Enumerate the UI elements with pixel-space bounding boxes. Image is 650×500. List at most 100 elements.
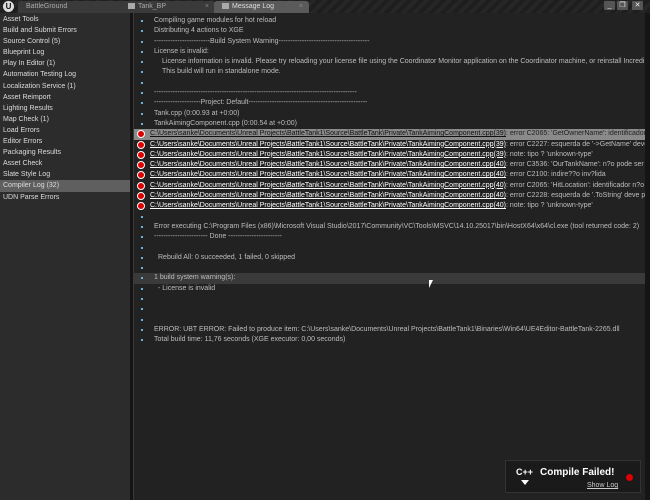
bullet-icon [141, 122, 143, 125]
log-line[interactable]: C:\Users\sanke\Documents\Unreal Projects… [134, 140, 645, 150]
source-file-link[interactable]: C:\Users\sanke\Documents\Unreal Projects… [150, 171, 506, 178]
sidebar-item[interactable]: Source Control (5) [0, 36, 130, 47]
bullet-icon [141, 81, 143, 84]
sidebar-item[interactable]: Slate Style Log [0, 169, 130, 180]
log-icon [222, 3, 229, 9]
log-line[interactable]: --------------------Project: Default----… [134, 98, 645, 108]
bullet-icon [141, 277, 143, 280]
log-text: : error C2065: 'HitLocation': identifica… [506, 181, 645, 189]
log-line[interactable]: License is invalid: [134, 47, 645, 57]
sidebar-item[interactable]: Lighting Results [0, 103, 130, 114]
log-line[interactable]: Tank.cpp (0:00.93 at +0:00) [134, 109, 645, 119]
sidebar-item[interactable]: Asset Tools [0, 14, 130, 25]
log-line[interactable] [134, 212, 645, 222]
bullet-icon [141, 308, 143, 311]
error-icon [137, 192, 145, 201]
log-category-list: Asset Tools Build and Submit Errors Source… [0, 13, 130, 500]
bullet-icon [141, 215, 143, 218]
log-text: : note: tipo ? 'unknown-type' [506, 150, 593, 158]
tab-bar: U BattleGround Tank_BP × Message Log × _ ❐… [0, 0, 650, 13]
log-line[interactable]: C:\Users\sanke\Documents\Unreal Projects… [134, 160, 645, 170]
source-file-link[interactable]: C:\Users\sanke\Documents\Unreal Projects… [150, 130, 506, 137]
sidebar-item[interactable]: Compiler Log (32) [0, 180, 130, 192]
log-line[interactable]: C:\Users\sanke\Documents\Unreal Projects… [134, 181, 645, 191]
log-line[interactable] [134, 263, 645, 273]
sidebar-item[interactable]: Automation Testing Log [0, 69, 130, 80]
log-text: ERROR: UBT ERROR: Failed to produce item… [154, 325, 620, 333]
log-line[interactable] [134, 315, 645, 325]
tab-tank-bp[interactable]: Tank_BP × [120, 1, 215, 13]
sidebar-item[interactable]: Packaging Results [0, 147, 130, 158]
sidebar-item[interactable]: Build and Submit Errors [0, 25, 130, 36]
log-text: Distributing 4 actions to XGE [154, 27, 244, 35]
log-line[interactable]: - License is invalid [134, 284, 645, 294]
log-text: Rebuild All: 0 succeeded, 1 failed, 0 sk… [158, 253, 295, 261]
compile-failed-notification: C++ Compile Failed! Show Log [505, 460, 641, 493]
bullet-icon [141, 236, 143, 239]
minimize-button[interactable]: _ [604, 1, 615, 10]
log-line[interactable] [134, 78, 645, 88]
bullet-icon [141, 92, 143, 95]
log-line[interactable]: C:\Users\sanke\Documents\Unreal Projects… [134, 170, 645, 180]
log-line[interactable]: C:\Users\sanke\Documents\Unreal Projects… [134, 201, 645, 211]
log-line[interactable]: ----------------------------------------… [134, 88, 645, 98]
log-text: This build will run in standalone mode. [162, 68, 281, 76]
sidebar-item[interactable]: Load Errors [0, 125, 130, 136]
sidebar-item[interactable]: Localization Service (1) [0, 81, 130, 92]
log-line[interactable]: Distributing 4 actions to XGE [134, 26, 645, 36]
tab-message-log[interactable]: Message Log × [214, 1, 309, 13]
log-line[interactable]: ----------------------- Done -----------… [134, 232, 645, 242]
log-line[interactable]: Rebuild All: 0 succeeded, 1 failed, 0 sk… [134, 253, 645, 263]
log-text: --------------------Project: Default----… [154, 99, 368, 107]
source-file-link[interactable]: C:\Users\sanke\Documents\Unreal Projects… [150, 161, 506, 168]
log-line[interactable]: License information is invalid. Please t… [134, 57, 645, 67]
restore-button[interactable]: ❐ [617, 1, 628, 10]
bullet-icon [141, 328, 143, 331]
close-tab-icon[interactable]: × [205, 1, 209, 13]
log-line[interactable]: ERROR: UBT ERROR: Failed to produce item… [134, 325, 645, 335]
log-line[interactable]: Error executing C:\Program Files (x86)\M… [134, 222, 645, 232]
close-window-button[interactable]: ✕ [632, 1, 643, 10]
log-line[interactable] [134, 304, 645, 314]
error-icon [626, 474, 633, 481]
source-file-link[interactable]: C:\Users\sanke\Documents\Unreal Projects… [150, 141, 506, 148]
tab-label: BattleGround [26, 3, 68, 10]
tab-battleground[interactable]: BattleGround [18, 1, 123, 13]
show-log-link[interactable]: Show Log [587, 482, 618, 489]
log-line[interactable]: C:\Users\sanke\Documents\Unreal Projects… [134, 129, 645, 140]
source-file-link[interactable]: C:\Users\sanke\Documents\Unreal Projects… [150, 151, 506, 158]
log-line[interactable]: Compiling game modules for hot reload [134, 16, 645, 26]
sidebar-item[interactable]: Asset Check [0, 158, 130, 169]
sidebar-item[interactable]: Asset Reimport [0, 92, 130, 103]
log-line[interactable] [134, 294, 645, 304]
bullet-icon [141, 267, 143, 270]
sidebar-item[interactable]: Play In Editor (1) [0, 58, 130, 69]
log-line[interactable]: This build will run in standalone mode. [134, 67, 645, 77]
log-text: License is invalid: [154, 47, 209, 55]
log-line[interactable]: C:\Users\sanke\Documents\Unreal Projects… [134, 191, 645, 201]
source-file-link[interactable]: C:\Users\sanke\Documents\Unreal Projects… [150, 202, 506, 209]
log-line[interactable]: Total build time: 11,76 seconds (XGE exe… [134, 335, 645, 345]
log-line[interactable]: ------------------------Build System War… [134, 37, 645, 47]
blueprint-icon [128, 3, 135, 9]
error-icon [137, 130, 145, 139]
log-text: : note: tipo ? 'unknown-type' [506, 202, 593, 210]
sidebar-item[interactable]: Blueprint Log [0, 47, 130, 58]
source-file-link[interactable]: C:\Users\sanke\Documents\Unreal Projects… [150, 192, 506, 199]
bullet-icon [141, 298, 143, 301]
log-line[interactable]: TankAimingComponent.cpp (0:00.54 at +0:0… [134, 119, 645, 129]
log-line[interactable] [134, 243, 645, 253]
sidebar-item[interactable]: Editor Errors [0, 136, 130, 147]
log-text: Error executing C:\Program Files (x86)\M… [154, 222, 640, 230]
log-line[interactable]: C:\Users\sanke\Documents\Unreal Projects… [134, 150, 645, 160]
source-file-link[interactable]: C:\Users\sanke\Documents\Unreal Projects… [150, 182, 506, 189]
sidebar-item[interactable]: UDN Parse Errors [0, 192, 130, 203]
close-tab-icon[interactable]: × [299, 1, 303, 13]
bullet-icon [141, 71, 143, 74]
log-text: Tank.cpp (0:00.93 at +0:00) [154, 109, 240, 117]
expand-arrow-icon[interactable] [521, 480, 529, 485]
sidebar-item[interactable]: Map Check (1) [0, 114, 130, 125]
error-icon [137, 171, 145, 180]
log-line[interactable]: 1 build system warning(s): [134, 273, 645, 284]
tab-label: Tank_BP [138, 3, 167, 10]
